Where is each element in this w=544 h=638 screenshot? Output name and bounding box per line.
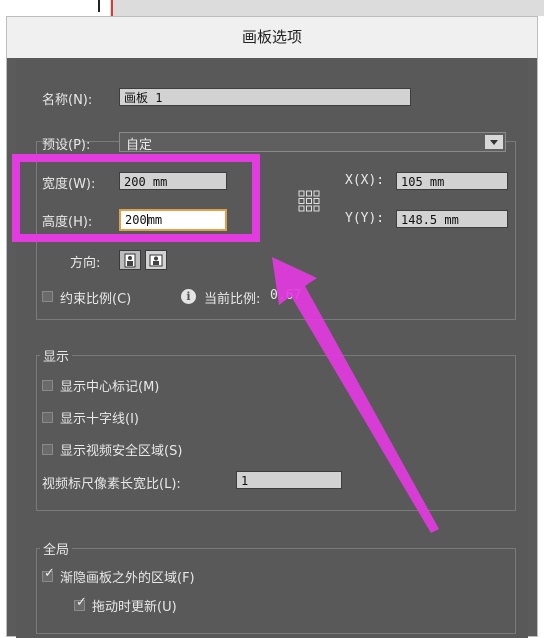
annotation-arrow bbox=[272, 257, 439, 533]
